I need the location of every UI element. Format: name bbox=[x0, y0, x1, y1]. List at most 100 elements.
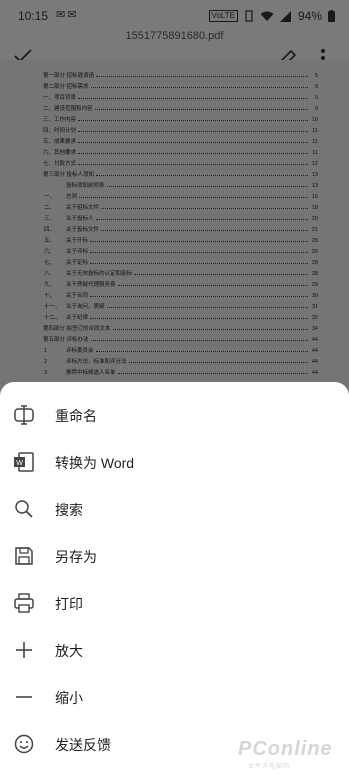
zoom-out-icon bbox=[16, 696, 32, 698]
toc-title: 第三部分 投标人须知 bbox=[43, 172, 95, 178]
toc-title: 推荐中标候选人名单 bbox=[66, 370, 116, 376]
zoom-in-icon bbox=[16, 642, 32, 658]
toc-row: 第四部分 拟签订的合同文本 34 bbox=[36, 321, 318, 332]
toc-title: 关于纪律 bbox=[66, 315, 89, 321]
toc-number: 十一、 bbox=[44, 304, 61, 310]
toc-leader bbox=[117, 373, 308, 374]
toc-title: 五、成果要求 bbox=[43, 139, 77, 145]
toc-page: 32 bbox=[311, 315, 318, 321]
toc-row: 十、 关于合同 30 bbox=[36, 288, 318, 299]
pdf-page: 第一部分 招标邀请函 5 第二部分 招标需求 9 一、项目背景 9 二、建设范围和内容 9 三、… bbox=[0, 60, 349, 390]
toc-page: 28 bbox=[311, 271, 318, 277]
vibrate-icon bbox=[245, 10, 253, 22]
toc-title: 第四部分 拟签订的合同文本 bbox=[43, 326, 111, 332]
toc-page: 10 bbox=[311, 117, 318, 123]
svg-text:W: W bbox=[16, 460, 23, 467]
toc-page: 5 bbox=[314, 73, 318, 79]
toc-number: 六、 bbox=[44, 249, 56, 255]
toc-leader bbox=[90, 318, 308, 319]
battery-icon bbox=[328, 10, 335, 22]
toc-page: 11 bbox=[312, 150, 318, 156]
menu-item-zoom-in[interactable]: 放大 bbox=[0, 627, 349, 674]
search-icon bbox=[15, 500, 33, 518]
menu-item-search[interactable]: 搜索 bbox=[0, 486, 349, 533]
toc-title: 关于招标文件 bbox=[66, 205, 100, 211]
toc-leader bbox=[106, 307, 308, 308]
menu-item-save-as[interactable]: 另存为 bbox=[0, 533, 349, 580]
toc-page: 16 bbox=[311, 194, 318, 200]
toc-number: 十二、 bbox=[44, 315, 61, 321]
toc-leader bbox=[96, 76, 308, 77]
toc-page: 44 bbox=[311, 337, 318, 343]
toc-page: 44 bbox=[311, 359, 318, 365]
toc-title: 关于质疑代理服务费 bbox=[66, 282, 116, 288]
toc-page: 20 bbox=[311, 216, 318, 222]
toc-leader bbox=[78, 153, 308, 154]
menu-label-search: 搜索 bbox=[55, 502, 83, 518]
status-time: 10:15 bbox=[18, 9, 49, 23]
toc-row: 一、项目背景 9 bbox=[36, 90, 318, 101]
toc-row: 七、 关于定标 28 bbox=[36, 255, 318, 266]
toc-title: 三、工作内容 bbox=[43, 117, 77, 123]
toc-title: 第五部分 评标办法 bbox=[43, 337, 89, 343]
toc-page: 12 bbox=[311, 161, 318, 167]
toc-page: 25 bbox=[311, 238, 318, 244]
battery-percent: 94% bbox=[297, 9, 322, 23]
toc-page: 30 bbox=[311, 293, 318, 299]
toc-row: 1 评标委员会 44 bbox=[36, 343, 318, 354]
toc-row: 一、 总则 16 bbox=[36, 189, 318, 200]
menu-item-zoom-out[interactable]: 缩小 bbox=[0, 674, 349, 721]
menu-item-print[interactable]: 打印 bbox=[0, 580, 349, 627]
toc-leader bbox=[90, 241, 308, 242]
toc-title: 第二部分 招标需求 bbox=[43, 84, 89, 90]
menu-label-print: 打印 bbox=[55, 596, 83, 612]
toc-page: 9 bbox=[314, 106, 318, 112]
toc-title: 七、付款方式 bbox=[43, 161, 77, 167]
toc-title: 关于评标 bbox=[66, 249, 89, 255]
toc-page: 11 bbox=[312, 128, 318, 134]
toc-title: 关于无效投标的认定和废标 bbox=[66, 271, 133, 277]
menu-label-zoom-in: 放大 bbox=[55, 643, 83, 659]
print-icon bbox=[14, 593, 34, 613]
toc-page: 28 bbox=[311, 260, 318, 266]
toc-row: 第一部分 招标邀请函 5 bbox=[36, 68, 318, 79]
status-right: VoLTE 94% bbox=[208, 9, 335, 23]
toc-page: 34 bbox=[311, 326, 318, 332]
toc-number: 2 bbox=[44, 359, 48, 365]
toc-leader bbox=[90, 340, 308, 341]
toc-row: 投标须知前附表 13 bbox=[36, 178, 318, 189]
toc-page: 29 bbox=[311, 282, 318, 288]
toc-number: 七、 bbox=[44, 260, 56, 266]
toc-row: 3 推荐中标候选人名单 44 bbox=[36, 365, 318, 376]
toc-leader bbox=[128, 362, 308, 363]
bottom-sheet-menu: 重命名 W 转换为 Word 搜索 另存为 打印 放大 缩小 发送反馈 bbox=[0, 382, 349, 776]
save-icon bbox=[15, 547, 33, 565]
toc-leader bbox=[90, 263, 308, 264]
toc-number: 一、 bbox=[44, 194, 56, 200]
toc-title: 评标委员会 bbox=[66, 348, 94, 354]
toc-leader bbox=[106, 186, 308, 187]
toc-number: 三、 bbox=[44, 216, 56, 222]
toc-title: 一、项目背景 bbox=[43, 95, 77, 101]
toc-page: 13 bbox=[311, 172, 318, 178]
toc-number: 四、 bbox=[44, 227, 56, 233]
toc-title: 评标方法、标准和评分法 bbox=[66, 359, 127, 365]
toc-row: 第三部分 投标人须知 13 bbox=[36, 167, 318, 178]
toc-leader bbox=[96, 175, 308, 176]
toc-page: 31 bbox=[311, 304, 318, 310]
toc-number: 十、 bbox=[44, 293, 56, 299]
toc-title: 关于询问、质疑 bbox=[66, 304, 105, 310]
toc-page: 11 bbox=[312, 139, 318, 145]
toc-leader bbox=[90, 296, 308, 297]
toc-title: 关于投标文件 bbox=[66, 227, 100, 233]
toc-title: 六、其他要求 bbox=[43, 150, 77, 156]
toc-leader bbox=[90, 252, 308, 253]
toc-leader bbox=[78, 142, 308, 143]
menu-item-rename[interactable]: 重命名 bbox=[0, 392, 349, 439]
toc-number: 五、 bbox=[44, 238, 56, 244]
notification-icons: ✉✉ bbox=[56, 9, 79, 21]
toc-title: 投标须知前附表 bbox=[66, 183, 105, 189]
menu-item-convert-word[interactable]: W 转换为 Word bbox=[0, 439, 349, 486]
toc-page: 9 bbox=[314, 84, 318, 90]
toc-title: 四、时间计划 bbox=[43, 128, 77, 134]
